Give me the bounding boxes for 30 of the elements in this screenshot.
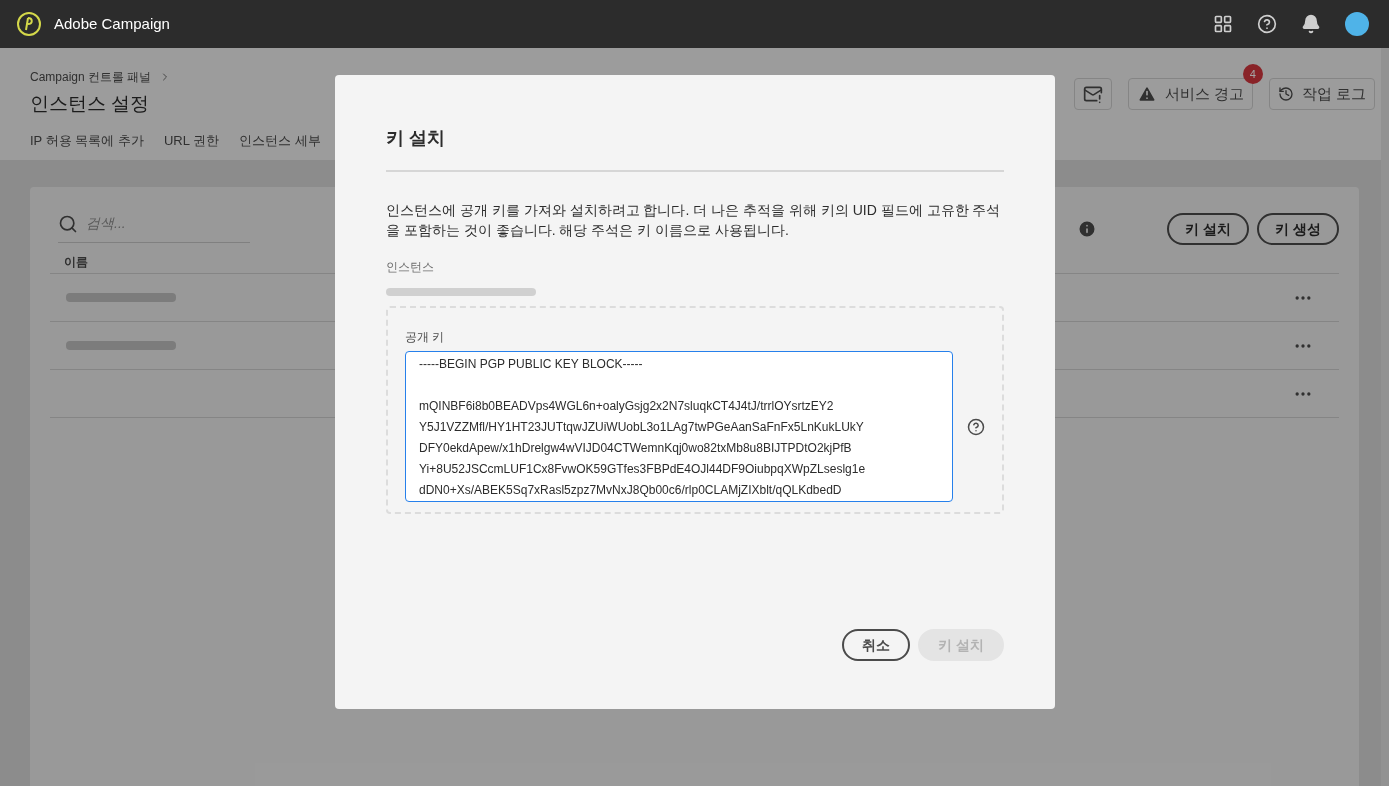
instance-label: 인스턴스 (386, 259, 435, 276)
dialog-title: 키 설치 (386, 125, 1004, 172)
icon-button[interactable] (1073, 78, 1112, 110)
product-name: Adobe Campaign (54, 13, 170, 34)
tab[interactable]: IP 허용 목록에 추가 (30, 130, 144, 154)
breadcrumb-link[interactable]: Campaign 컨트롤 패널 (30, 68, 152, 86)
mail-alert-icon (1082, 84, 1103, 104)
scrollbar[interactable] (1381, 48, 1389, 786)
outline-button[interactable]: 키 설치 (1167, 213, 1250, 245)
tab[interactable]: URL 권한 (163, 130, 220, 154)
key-label: 공개 키 (405, 329, 446, 346)
column-header: 이름 (64, 254, 88, 271)
dialog-description: 인스턴스에 공개 키를 가져와 설치하려고 합니다. 더 나은 추적을 위해 키의 UID 필드에 고유한 주석을 포함하는 것이 좋습니다. 해당 주석은 키 이름으로 사용됩니다. (386, 201, 1002, 240)
header-button[interactable]: 작업 로그 (1268, 78, 1375, 110)
page-title: 인스턴스 설정 (30, 92, 150, 116)
history-icon (1277, 86, 1294, 102)
tab[interactable]: 인스턴스 세부 (239, 130, 321, 154)
notifications-icon[interactable] (1301, 14, 1321, 34)
warning-icon (1136, 84, 1157, 104)
public-key-field[interactable]: -----BEGIN PGP PUBLIC KEY BLOCK----- mQINBF6i8b0BEADVps4WGL6n+oalyGsjg2x2N7sluqkCT4J4tJ/trrlOYsrtzEY2 Y5J1VZZMfl/HY1HT23JUTtqwJZUiWUobL3o1LAg7twPGeAanSaFnFx5LnKukLUkY DFY0ekdApew/x1hDrelgw4wVIJD04CTWemnKqj0wo82txMb8u8BIJTPDtO2kjPfB Yi+8U52JSCcmLUF1Cx8FvwOK59GTfes3FBPdE4OJl44DF9OiubpqXWpZLseslg1e dDN0+Xs/ABEK5Sq7xRasl5zpz7MvNxJ8Qb00c6/rlp0CLAMjZIXblt/qQLKdbedD (405, 351, 953, 502)
info-icon[interactable] (1077, 219, 1098, 239)
header-button[interactable]: 서비스 경고 (1127, 78, 1253, 110)
logo-icon (16, 11, 42, 37)
cancel-button[interactable]: 취소 (842, 629, 911, 661)
search-icon (58, 213, 78, 234)
avatar[interactable] (1345, 12, 1369, 36)
count-badge: 4 (1242, 64, 1263, 84)
apps-icon[interactable] (1213, 14, 1233, 34)
outline-button[interactable]: 키 생성 (1257, 213, 1339, 245)
help-icon[interactable] (967, 418, 985, 436)
